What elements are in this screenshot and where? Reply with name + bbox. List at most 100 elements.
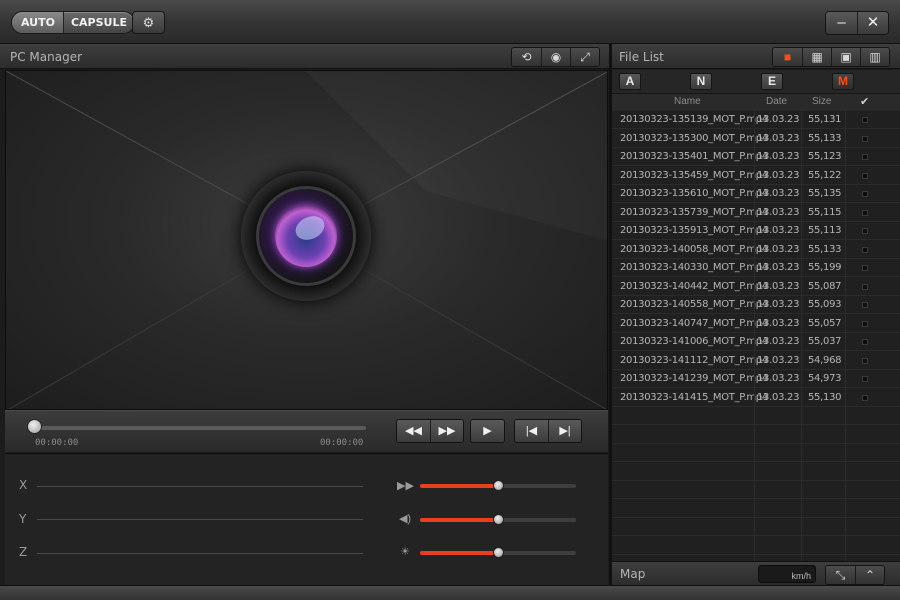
empty-row bbox=[612, 481, 900, 499]
auto-mode-button[interactable]: AUTO bbox=[12, 12, 64, 33]
previous-icon[interactable]: |◀ bbox=[515, 420, 548, 442]
volume-slider[interactable] bbox=[420, 514, 576, 525]
filter-tab-n[interactable]: N bbox=[690, 73, 712, 90]
play-icon[interactable]: ▶ bbox=[471, 420, 504, 442]
file-name: 20130323-135139_MOT_P.mp4 bbox=[620, 114, 768, 125]
file-name: 20130323-140058_MOT_P.mp4 bbox=[620, 243, 768, 255]
file-size: 55,037 bbox=[808, 336, 842, 347]
file-date: 13.03.23 bbox=[757, 169, 800, 181]
file-name: 20130323-140747_MOT_P.mp4 bbox=[620, 317, 768, 329]
column-header-name[interactable]: Name bbox=[674, 96, 701, 107]
mode-switch[interactable]: AUTO CAPSULE bbox=[11, 11, 135, 34]
seek-buttons: ◀◀ ▶▶ bbox=[396, 419, 464, 443]
file-checkbox[interactable] bbox=[862, 283, 868, 290]
file-row[interactable]: 20130323-140747_MOT_P.mp4 13.03.23 55,057 bbox=[612, 315, 900, 333]
file-row[interactable]: 20130323-141415_MOT_P.mp4 13.03.23 55,130 bbox=[612, 389, 900, 407]
speed-slider[interactable] bbox=[420, 480, 576, 491]
rewind-icon[interactable]: ◀◀ bbox=[397, 420, 430, 442]
column-divider bbox=[845, 111, 846, 561]
capsule-mode-button[interactable]: CAPSULE bbox=[64, 12, 134, 33]
seek-handle[interactable] bbox=[27, 419, 42, 434]
video-viewport[interactable] bbox=[5, 70, 608, 410]
expand-icon[interactable]: ⤡ bbox=[826, 566, 855, 584]
title-bar: AUTO CAPSULE ⚙ – ✕ bbox=[0, 0, 900, 44]
file-checkbox[interactable] bbox=[862, 320, 868, 327]
file-checkbox[interactable] bbox=[862, 357, 868, 364]
file-checkbox[interactable] bbox=[862, 154, 868, 160]
map-bar: Map km/h ⤡ ⌃ bbox=[612, 561, 900, 585]
file-row[interactable]: 20130323-140330_MOT_P.mp4 13.03.23 55,199 bbox=[612, 259, 900, 277]
file-date: 13.03.23 bbox=[757, 151, 800, 162]
column-header-date[interactable]: Date bbox=[766, 96, 787, 107]
file-checkbox[interactable] bbox=[862, 135, 868, 142]
file-row[interactable]: 20130323-141239_MOT_P.mp4 13.03.23 54,973 bbox=[612, 370, 900, 388]
column-header-check[interactable]: ✔ bbox=[860, 95, 869, 108]
file-name: 20130323-135401_MOT_P.mp4 bbox=[620, 151, 768, 162]
file-checkbox[interactable] bbox=[862, 246, 868, 253]
file-checkbox[interactable] bbox=[862, 209, 868, 216]
speed-readout: km/h bbox=[758, 565, 816, 583]
file-size: 55,199 bbox=[808, 262, 842, 273]
file-checkbox[interactable] bbox=[862, 339, 868, 345]
file-size: 54,968 bbox=[808, 354, 842, 366]
file-row[interactable]: 20130323-135139_MOT_P.mp4 13.03.23 55,131 bbox=[612, 111, 900, 129]
total-time: 00:00:00 bbox=[320, 438, 364, 448]
gear-icon[interactable]: ⚙ bbox=[132, 11, 165, 34]
file-date: 13.03.23 bbox=[757, 132, 800, 144]
save-icon[interactable]: ▣ bbox=[831, 48, 860, 66]
map-buttons: ⤡ ⌃ bbox=[825, 565, 885, 585]
file-row[interactable]: 20130323-141006_MOT_P.mp4 13.03.23 55,037 bbox=[612, 333, 900, 351]
fast-forward-icon[interactable]: ▶▶ bbox=[430, 420, 463, 442]
file-row[interactable]: 20130323-135300_MOT_P.mp4 13.03.23 55,133 bbox=[612, 130, 900, 148]
file-date: 13.03.23 bbox=[757, 262, 800, 273]
camera-icon[interactable]: ◉ bbox=[541, 48, 570, 66]
filter-tab-e[interactable]: E bbox=[761, 73, 783, 90]
file-row[interactable]: 20130323-135401_MOT_P.mp4 13.03.23 55,123 bbox=[612, 148, 900, 166]
file-size: 55,122 bbox=[808, 169, 842, 181]
axis-label-y: Y bbox=[19, 512, 27, 526]
file-date: 13.03.23 bbox=[757, 317, 800, 329]
file-checkbox[interactable] bbox=[862, 302, 868, 308]
file-row[interactable]: 20130323-135610_MOT_P.mp4 13.03.23 55,135 bbox=[612, 185, 900, 203]
file-name: 20130323-140442_MOT_P.mp4 bbox=[620, 280, 768, 292]
collapse-up-icon[interactable]: ⌃ bbox=[855, 566, 884, 584]
file-checkbox[interactable] bbox=[862, 172, 868, 179]
filter-tab-m[interactable]: M bbox=[832, 73, 854, 90]
file-row[interactable]: 20130323-140058_MOT_P.mp4 13.03.23 55,133 bbox=[612, 241, 900, 259]
brightness-slider[interactable] bbox=[420, 547, 576, 558]
fullscreen-icon[interactable]: ⤢ bbox=[570, 48, 599, 66]
file-date: 13.03.23 bbox=[757, 336, 800, 347]
minimize-icon[interactable]: – bbox=[826, 12, 857, 34]
file-checkbox[interactable] bbox=[862, 228, 868, 234]
file-row[interactable]: 20130323-141112_MOT_P.mp4 13.03.23 54,968 bbox=[612, 352, 900, 370]
file-list-title: File List bbox=[619, 50, 664, 64]
trash-icon[interactable]: ▥ bbox=[860, 48, 889, 66]
camera-lens-icon bbox=[241, 171, 371, 301]
file-date: 13.03.23 bbox=[757, 225, 800, 236]
filter-tab-a[interactable]: A bbox=[619, 73, 641, 90]
file-row[interactable]: 20130323-135739_MOT_P.mp4 13.03.23 55,115 bbox=[612, 204, 900, 222]
file-row[interactable]: 20130323-135913_MOT_P.mp4 13.03.23 55,113 bbox=[612, 222, 900, 240]
file-size: 55,135 bbox=[808, 188, 842, 199]
repeat-icon[interactable]: ⟲ bbox=[512, 48, 541, 66]
map-title: Map bbox=[620, 567, 646, 581]
file-date: 13.03.23 bbox=[757, 206, 800, 218]
column-header-size[interactable]: Size bbox=[812, 96, 831, 107]
folder-icon[interactable]: ■ bbox=[773, 48, 802, 66]
file-checkbox[interactable] bbox=[862, 191, 868, 197]
file-checkbox[interactable] bbox=[862, 265, 868, 271]
file-checkbox[interactable] bbox=[862, 394, 868, 401]
file-size: 55,057 bbox=[808, 317, 842, 329]
file-checkbox[interactable] bbox=[862, 376, 868, 382]
file-row[interactable]: 20130323-140442_MOT_P.mp4 13.03.23 55,087 bbox=[612, 278, 900, 296]
seek-bar[interactable] bbox=[33, 426, 366, 430]
next-icon[interactable]: ▶| bbox=[548, 420, 581, 442]
file-row[interactable]: 20130323-135459_MOT_P.mp4 13.03.23 55,122 bbox=[612, 167, 900, 185]
close-icon[interactable]: ✕ bbox=[857, 12, 888, 34]
axis-label-x: X bbox=[19, 478, 28, 492]
file-row[interactable]: 20130323-140558_MOT_P.mp4 13.03.23 55,093 bbox=[612, 296, 900, 314]
file-checkbox[interactable] bbox=[862, 117, 868, 123]
file-size: 55,093 bbox=[808, 299, 842, 310]
file-date: 13.03.23 bbox=[757, 391, 800, 403]
calendar-icon[interactable]: ▦ bbox=[802, 48, 831, 66]
